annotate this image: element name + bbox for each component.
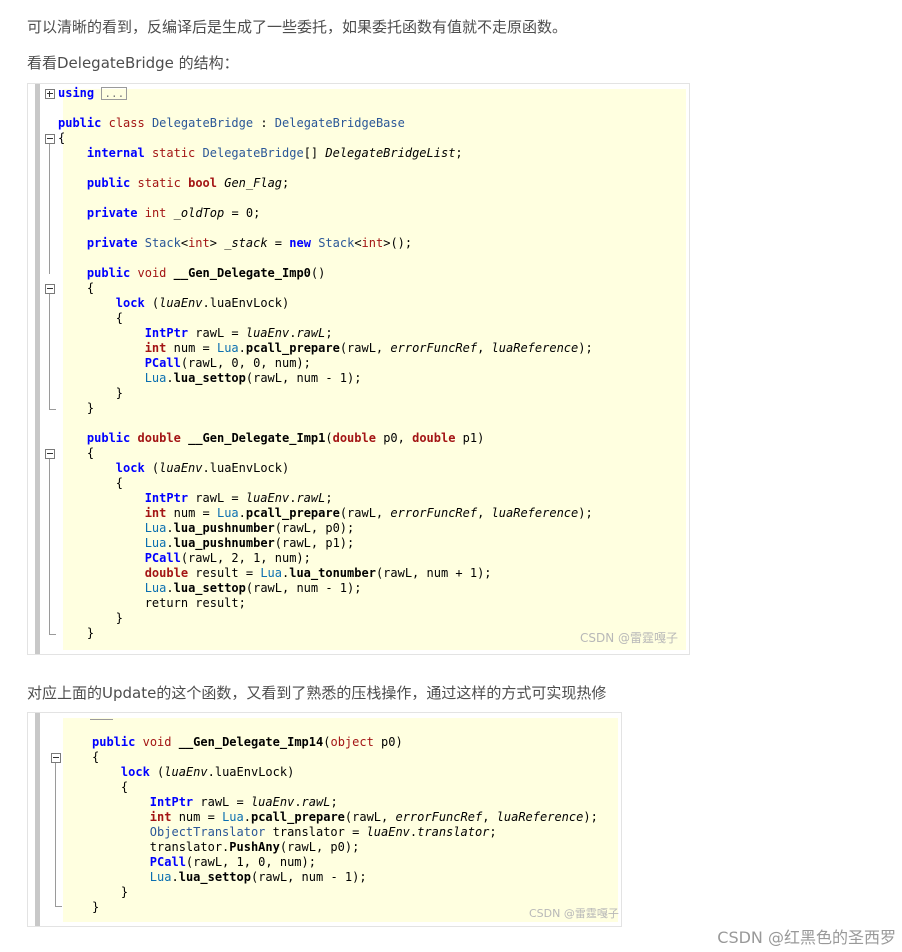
collapse-icon[interactable]	[45, 449, 55, 459]
collapse-icon[interactable]	[45, 284, 55, 294]
collapse-icon[interactable]	[51, 753, 61, 763]
code-screenshot-delegatebridge: using ... public class DelegateBridge : …	[27, 83, 690, 655]
editor-margin-bar	[35, 84, 40, 654]
using-keyword: using	[58, 86, 95, 100]
collapsed-region-button[interactable]: ...	[101, 87, 128, 100]
paragraph-intro: 可以清晰的看到，反编译后是生成了一些委托，如果委托函数有值就不走原函数。	[27, 18, 568, 36]
figure-watermark: CSDN @雷霆嘎子	[529, 907, 619, 920]
collapse-icon[interactable]	[45, 134, 55, 144]
code-block-delegatebridge: using ... public class DelegateBridge : …	[58, 86, 593, 640]
editor-margin-bar	[35, 713, 40, 926]
page-watermark: CSDN @红黑色的圣西罗	[717, 928, 896, 947]
expand-icon[interactable]	[45, 89, 55, 99]
figure-watermark: CSDN @雷霆嘎子	[580, 631, 679, 645]
code-block-imp14: public void __Gen_Delegate_Imp14(object …	[92, 735, 598, 914]
paragraph-update-explanation: 对应上面的Update的这个函数，又看到了熟悉的压栈操作，通过这样的方式可实现热…	[27, 684, 607, 702]
code-screenshot-imp14: public void __Gen_Delegate_Imp14(object …	[27, 712, 622, 927]
paragraph-structure: 看看DelegateBridge 的结构：	[27, 54, 239, 72]
